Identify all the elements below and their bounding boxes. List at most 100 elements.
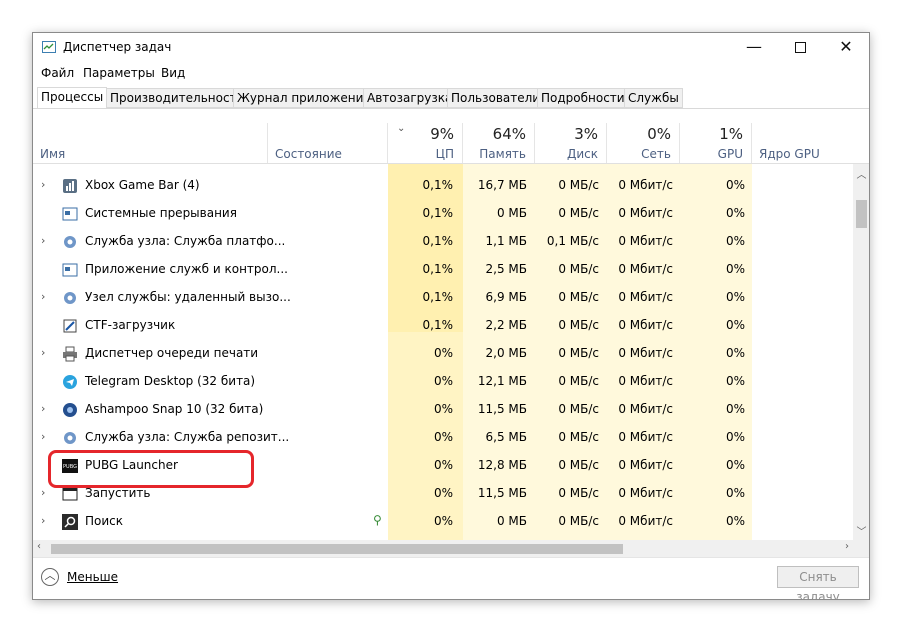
xbox-game-bar-icon xyxy=(62,178,78,194)
table-row[interactable]: › Диспетчер очереди печати 0% 2,0 МБ 0 МБ/с 0… xyxy=(33,340,853,368)
cell-gpu: 0% xyxy=(725,262,745,276)
system-interrupts-icon xyxy=(62,206,78,222)
table-row[interactable]: Telegram Desktop (32 бита) 0% 12,1 МБ 0 МБ/… xyxy=(33,368,853,396)
cell-gpu: 0% xyxy=(725,486,745,500)
table-row[interactable]: › Узел службы: удаленный вызо... 0,1% 6,9 М… xyxy=(33,284,853,312)
vertical-scroll-thumb[interactable] xyxy=(856,200,867,228)
scroll-up-icon[interactable]: ︿ xyxy=(853,166,869,181)
cell-disk: 0 МБ/с xyxy=(558,262,599,276)
network-total: 0% xyxy=(647,125,671,143)
table-row[interactable]: › Xbox Game Bar (4) 0,1% 16,7 МБ 0 МБ/с 0 Мби… xyxy=(33,172,853,200)
collapse-chevron-icon[interactable]: ︿ xyxy=(41,568,59,586)
cpu-label: ЦП xyxy=(435,147,454,161)
tab-performance[interactable]: Производительность xyxy=(106,88,248,108)
cell-net: 0 Мбит/с xyxy=(618,346,673,360)
leaf-icon: ⚲ xyxy=(373,513,382,527)
column-status[interactable]: Состояние xyxy=(268,123,388,163)
menu-file[interactable]: Файл xyxy=(41,66,74,80)
ashampoo-snap-icon xyxy=(62,402,78,418)
tab-app-history[interactable]: Журнал приложений xyxy=(233,88,376,108)
expand-chevron-icon[interactable]: › xyxy=(41,290,45,303)
expand-chevron-icon[interactable]: › xyxy=(41,346,45,359)
menu-options[interactable]: Параметры xyxy=(83,66,155,80)
cell-net: 0 Мбит/с xyxy=(618,374,673,388)
expand-chevron-icon[interactable]: › xyxy=(41,402,45,415)
cell-net: 0 Мбит/с xyxy=(618,318,673,332)
column-disk[interactable]: 3% Диск xyxy=(535,123,607,163)
cell-net: 0 Мбит/с xyxy=(618,178,673,192)
scroll-left-icon[interactable]: ‹ xyxy=(37,541,41,552)
cell-cpu: 0,1% xyxy=(422,262,454,276)
table-row[interactable]: › Поиск ⚲ 0% 0 МБ 0 МБ/с 0 Мбит/с 0% xyxy=(33,508,853,536)
column-name[interactable]: Имя xyxy=(33,123,268,163)
close-button[interactable]: ✕ xyxy=(823,33,869,63)
minimize-button[interactable]: — xyxy=(731,33,777,63)
cell-mem: 1,1 МБ xyxy=(485,234,527,248)
column-gpu-engine[interactable]: Ядро GPU xyxy=(752,123,853,163)
expand-chevron-icon[interactable]: › xyxy=(41,430,45,443)
table-row[interactable]: CTF-загрузчик 0,1% 2,2 МБ 0 МБ/с 0 Мбит/с 0% xyxy=(33,312,853,340)
tab-processes[interactable]: Процессы xyxy=(37,87,108,109)
tab-bar: Процессы Производительность Журнал прило… xyxy=(33,87,869,109)
expand-chevron-icon[interactable]: › xyxy=(41,178,45,191)
cell-net: 0 Мбит/с xyxy=(618,402,673,416)
fewer-details-link[interactable]: Меньше xyxy=(67,570,118,584)
cell-mem: 0 МБ xyxy=(496,514,527,528)
end-task-button[interactable]: Снять задачу xyxy=(777,566,859,599)
scroll-down-icon[interactable]: ﹀ xyxy=(853,523,869,538)
expand-chevron-icon[interactable]: › xyxy=(41,486,45,499)
gear-icon xyxy=(62,234,78,250)
process-name: Telegram Desktop (32 бита) xyxy=(85,374,256,388)
cell-cpu: 0,1% xyxy=(422,178,454,192)
table-row[interactable]: › Служба узла: Служба платфо... 0,1% 1,1 МБ… xyxy=(33,228,853,256)
window-title: Диспетчер задач xyxy=(63,40,172,54)
column-status-label: Состояние xyxy=(275,147,342,161)
cell-cpu: 0% xyxy=(433,346,453,360)
column-cpu[interactable]: ⌄ 9% ЦП xyxy=(388,123,463,163)
cell-cpu: 0,1% xyxy=(422,234,454,248)
process-name: Xbox Game Bar (4) xyxy=(85,178,200,192)
cell-disk: 0 МБ/с xyxy=(558,458,599,472)
column-network[interactable]: 0% Сеть xyxy=(607,123,680,163)
tab-users[interactable]: Пользователи xyxy=(447,88,545,108)
process-name: Служба узла: Служба репозит... xyxy=(85,430,290,444)
vertical-scrollbar[interactable]: ︿ ﹀ xyxy=(853,164,869,540)
column-gpu[interactable]: 1% GPU xyxy=(680,123,752,163)
cell-cpu: 0% xyxy=(433,486,453,500)
cell-disk: 0 МБ/с xyxy=(558,514,599,528)
cpu-total: 9% xyxy=(430,125,454,143)
cell-mem: 12,8 МБ xyxy=(477,458,527,472)
cell-net: 0 Мбит/с xyxy=(618,206,673,220)
cell-mem: 0 МБ xyxy=(496,206,527,220)
printer-icon xyxy=(62,346,78,362)
cell-disk: 0 МБ/с xyxy=(558,318,599,332)
table-row[interactable]: Системные прерывания 0,1% 0 МБ 0 МБ/с 0 Мбит… xyxy=(33,200,853,228)
expand-chevron-icon[interactable]: › xyxy=(41,514,45,527)
table-row-cut[interactable] xyxy=(33,164,853,172)
cell-gpu: 0% xyxy=(725,346,745,360)
horizontal-scroll-thumb[interactable] xyxy=(51,544,623,554)
cell-disk: 0,1 МБ/с xyxy=(546,234,599,248)
menu-view[interactable]: Вид xyxy=(161,66,185,80)
maximize-button[interactable] xyxy=(777,33,823,63)
disk-total: 3% xyxy=(574,125,598,143)
table-row[interactable]: › Ashampoo Snap 10 (32 бита) 0% 11,5 МБ 0 МБ… xyxy=(33,396,853,424)
cell-mem: 12,1 МБ xyxy=(477,374,527,388)
cell-mem: 2,0 МБ xyxy=(485,346,527,360)
tab-details[interactable]: Подробности xyxy=(537,88,629,108)
column-memory[interactable]: 64% Память xyxy=(463,123,535,163)
table-row[interactable]: › Служба узла: Служба репозит... 0% 6,5 МБ 0… xyxy=(33,424,853,452)
title-bar[interactable]: Диспетчер задач — ✕ xyxy=(33,33,869,63)
cell-net: 0 Мбит/с xyxy=(618,290,673,304)
scroll-right-icon[interactable]: › xyxy=(845,541,849,552)
expand-chevron-icon[interactable]: › xyxy=(41,234,45,247)
cell-gpu: 0% xyxy=(725,234,745,248)
ctf-loader-icon xyxy=(62,318,78,334)
process-name: Узел службы: удаленный вызо... xyxy=(85,290,291,304)
memory-label: Память xyxy=(479,147,526,161)
search-icon xyxy=(62,514,78,530)
tab-services[interactable]: Службы xyxy=(624,88,683,108)
horizontal-scrollbar[interactable]: ‹ › xyxy=(33,540,853,557)
table-row[interactable]: Приложение служб и контрол... 0,1% 2,5 МБ 0… xyxy=(33,256,853,284)
tab-startup[interactable]: Автозагрузка xyxy=(363,88,457,108)
